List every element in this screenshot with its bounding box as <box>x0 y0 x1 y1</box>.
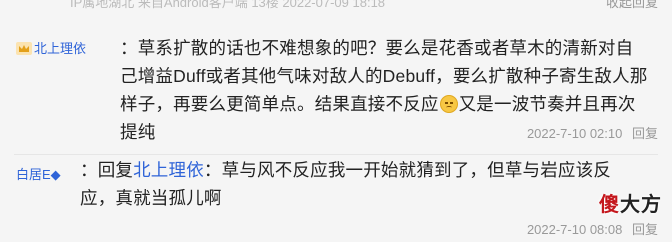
comment-timestamp: 2022-7-10 08:08 <box>526 222 623 237</box>
comment-author-name[interactable]: 北上理依 <box>34 41 86 56</box>
comment-text: ：回复北上理依：草与风不反应我一开始就猜到了，但草与岩应该反应，真就当孤儿啊 <box>80 156 640 212</box>
reply-to-user-link[interactable]: 北上理依 <box>133 160 204 180</box>
comment-timestamp: 2022-7-10 02:10 <box>526 126 623 141</box>
previous-comment-meta: IP属地湖北 来自Android客户端 13楼 2022-07-09 18:18 <box>70 0 386 10</box>
reply-comment-2: 白居E◆ ：回复北上理依：草与风不反应我一开始就猜到了，但草与岩应该反应，真就当… <box>0 156 672 242</box>
comment-author[interactable]: 北上理依 <box>16 38 86 57</box>
comment-divider <box>14 154 658 155</box>
comment-meta-row: 2022-7-10 02:10 回复 <box>527 123 658 142</box>
reply-prefix: ：回复 <box>80 160 134 180</box>
collapse-replies-link[interactable]: 收起回复 <box>606 0 658 11</box>
reply-button[interactable]: 回复 <box>632 126 658 141</box>
previous-comment-meta-strip: IP属地湖北 来自Android客户端 13楼 2022-07-09 18:18… <box>0 0 672 14</box>
reply-button[interactable]: 回复 <box>632 222 658 237</box>
comment-author[interactable]: 白居E◆ <box>16 164 61 183</box>
watermark: 傻大方 <box>599 188 662 217</box>
comment-meta-row: 2022-7-10 08:08 回复 <box>527 219 658 238</box>
crown-icon <box>16 42 32 55</box>
reply-comment-1: 北上理依 ：草系扩散的话也不难想象的吧？要么是花香或者草木的清新对自己增益Duf… <box>0 30 672 154</box>
watermark-part-2: 大方 <box>620 194 662 216</box>
sweat-emoji-icon <box>439 95 458 113</box>
watermark-part-1: 傻 <box>599 194 620 216</box>
